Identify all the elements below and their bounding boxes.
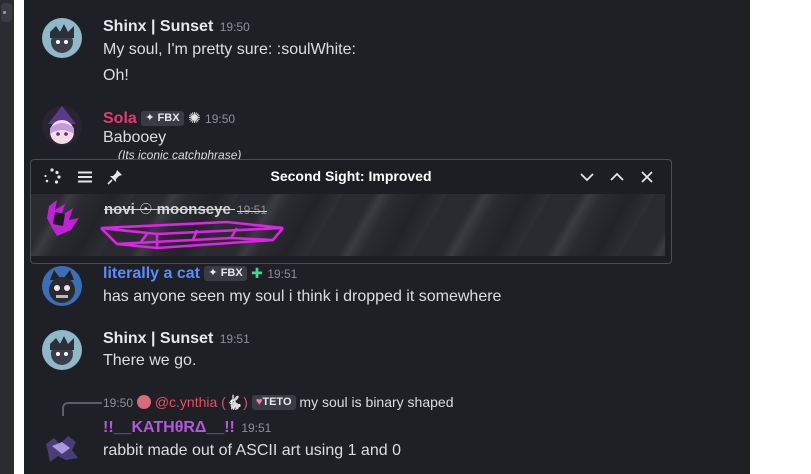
avatar[interactable] bbox=[43, 198, 83, 238]
author-label[interactable]: novi ☉ moonseye bbox=[104, 201, 231, 218]
scroll-track[interactable] bbox=[744, 0, 750, 474]
message-text: My soul, I'm pretty sure: :soulWhite: bbox=[103, 41, 356, 58]
timestamp: 19:51 bbox=[267, 267, 298, 281]
author-label[interactable]: literally a cat bbox=[103, 265, 200, 282]
message-text: Oh! bbox=[103, 67, 129, 84]
handle-dot bbox=[3, 11, 6, 14]
rabbit-emoji-icon: 🐇 bbox=[225, 394, 244, 410]
reply-connector bbox=[62, 402, 102, 416]
clan-badge[interactable]: ✦ FBX bbox=[204, 266, 247, 281]
author-name[interactable]: Shinx | Sunset 19:50 bbox=[103, 18, 250, 36]
author-name[interactable]: literally a cat ✦ FBX ✚ 19:51 bbox=[103, 265, 297, 283]
avatar[interactable] bbox=[42, 106, 82, 146]
timestamp: 19:50 bbox=[219, 20, 250, 34]
reply-timestamp: 19:50 bbox=[103, 396, 134, 410]
overlay-titlebar[interactable]: Second Sight: Improved bbox=[31, 160, 671, 193]
message-text: There we go. bbox=[103, 352, 197, 369]
reply-author[interactable]: @c.ynthia bbox=[155, 394, 217, 410]
sidebar-strip bbox=[0, 0, 14, 474]
avatar[interactable] bbox=[42, 428, 82, 468]
timestamp: 19:51 bbox=[241, 421, 272, 435]
role-icon: ✚ bbox=[251, 265, 263, 281]
reply-avatar bbox=[136, 395, 151, 409]
chevron-down-icon[interactable] bbox=[578, 168, 596, 186]
message-text: Babooey bbox=[103, 129, 167, 146]
author-name[interactable]: novi ☉ moonseye 19:51 bbox=[104, 200, 267, 218]
author-label[interactable]: Shinx | Sunset bbox=[103, 18, 213, 35]
timestamp: 19:51 bbox=[236, 203, 268, 217]
author-label[interactable]: Sola bbox=[103, 110, 137, 127]
author-label[interactable]: Shinx | Sunset bbox=[103, 330, 213, 347]
avatar[interactable] bbox=[42, 266, 82, 306]
role-icon: ✺ bbox=[187, 110, 201, 127]
close-icon[interactable] bbox=[638, 168, 656, 186]
overlay-title: Second Sight: Improved bbox=[270, 168, 432, 184]
wireframe-sticker bbox=[100, 220, 284, 250]
author-name[interactable]: Sola ✦ FBX ✺ 19:50 bbox=[103, 109, 235, 128]
avatar[interactable] bbox=[42, 18, 82, 58]
second-sight-window: Second Sight: Improved novi ☉ moonseye 1… bbox=[30, 159, 672, 264]
timestamp: 19:50 bbox=[205, 112, 236, 126]
clan-tag: FBX bbox=[220, 267, 243, 279]
clan-badge-icon: ✦ bbox=[145, 112, 155, 124]
author-label[interactable]: !!__KATHθRΔ__!! bbox=[103, 419, 235, 436]
timestamp: 19:51 bbox=[219, 332, 250, 346]
server-list-scroll-handle[interactable] bbox=[1, 3, 12, 22]
reply-text: my soul is binary shaped bbox=[299, 394, 454, 410]
avatar[interactable] bbox=[42, 330, 82, 370]
clan-badge[interactable]: ♥TETO bbox=[251, 395, 296, 410]
clan-tag: TETO bbox=[262, 396, 292, 408]
clan-tag: FBX bbox=[157, 112, 180, 124]
message-text: has anyone seen my soul i think i droppe… bbox=[103, 288, 502, 305]
author-name[interactable]: Shinx | Sunset 19:51 bbox=[103, 330, 250, 348]
message-text: rabbit made out of ASCII art using 1 and… bbox=[103, 442, 401, 459]
author-name[interactable]: !!__KATHθRΔ__!! 19:51 bbox=[103, 419, 271, 437]
clan-badge[interactable]: ✦ FBX bbox=[141, 111, 184, 126]
pronoun-close: ) bbox=[243, 394, 248, 410]
clan-badge-icon: ✦ bbox=[208, 267, 218, 279]
overlay-content: novi ☉ moonseye 19:51 bbox=[31, 194, 665, 256]
chevron-up-icon[interactable] bbox=[608, 168, 626, 186]
